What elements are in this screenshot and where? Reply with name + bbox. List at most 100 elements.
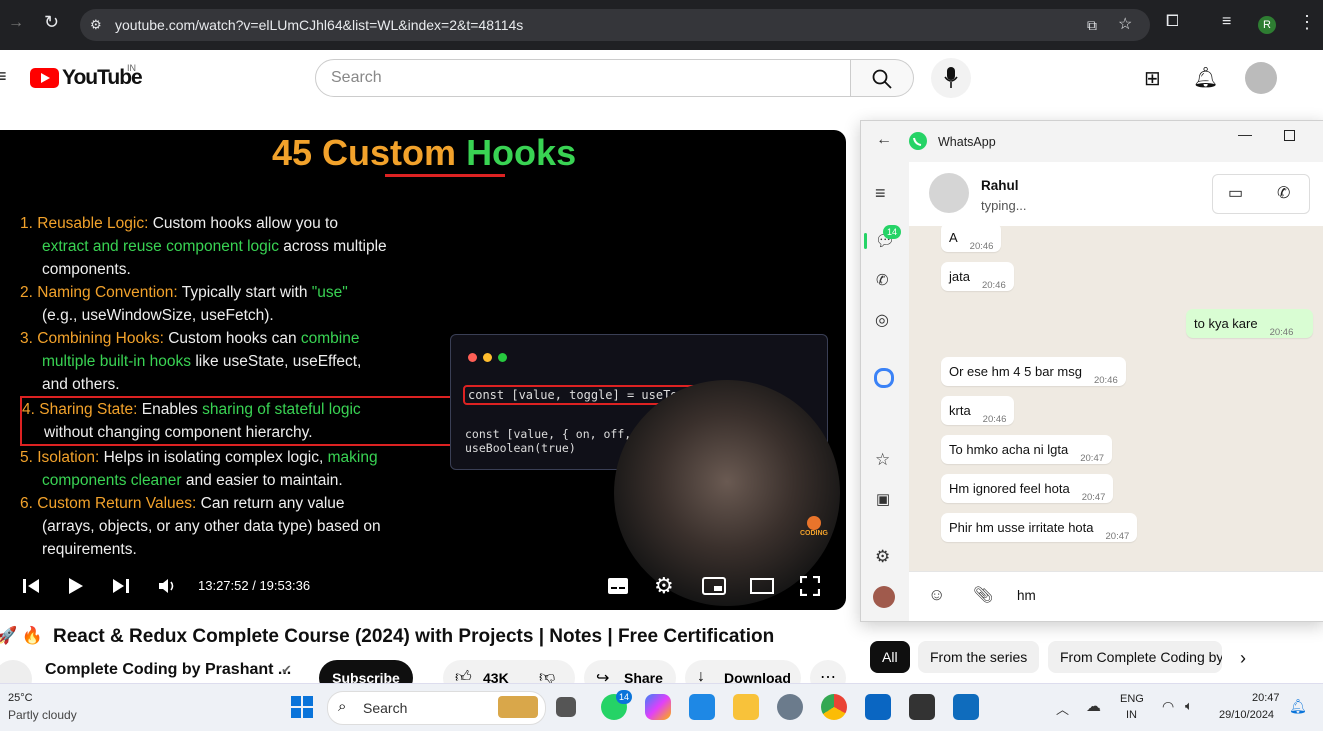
volume-icon[interactable]: [158, 578, 176, 594]
window-dot-yellow: [483, 353, 492, 362]
message-input[interactable]: hm: [1017, 588, 1036, 603]
subtitles-icon[interactable]: [607, 577, 629, 595]
starred-icon[interactable]: ☆: [875, 450, 890, 470]
meta-ai-icon[interactable]: [874, 368, 894, 388]
back-arrow-icon[interactable]: ←: [876, 131, 892, 149]
message-bubble-in[interactable]: Or ese hm 4 5 bar msg 20:46: [941, 357, 1126, 386]
contact-avatar[interactable]: [929, 173, 969, 213]
miniplayer-icon[interactable]: [702, 577, 726, 595]
wifi-icon[interactable]: ◠: [1162, 698, 1174, 715]
message-bubble-out[interactable]: to kya kare 20:46: [1186, 309, 1314, 338]
message-bubble-in[interactable]: Hm ignored feel hota 20:47: [941, 474, 1114, 503]
voice-call-icon[interactable]: ✆: [1277, 183, 1290, 203]
taskbar-search-label: Search: [363, 700, 408, 716]
play-icon[interactable]: [68, 577, 84, 595]
attach-icon[interactable]: 📎︎: [973, 585, 993, 605]
account-avatar[interactable]: [1245, 62, 1277, 94]
fullscreen-icon[interactable]: [800, 576, 820, 596]
slide-point-2: 2. Naming Convention: Typically start wi…: [20, 284, 348, 301]
language-region[interactable]: IN: [1126, 709, 1137, 721]
file-explorer-icon[interactable]: [733, 694, 759, 720]
chrome-menu-icon[interactable]: ⋮: [1298, 12, 1316, 33]
profile-avatar[interactable]: R: [1258, 16, 1276, 34]
speaker-icon[interactable]: 🔈︎: [1185, 698, 1193, 714]
extensions-icon[interactable]: ⧠: [1166, 13, 1179, 31]
search-highlight-image: [498, 696, 538, 718]
address-bar[interactable]: ⚙ youtube.com/watch?v=elLUmCJhl64&list=W…: [80, 9, 1150, 41]
settings-gear-icon[interactable]: ⚙: [654, 573, 674, 599]
notification-bell-icon[interactable]: 🔔︎: [1289, 698, 1307, 715]
task-view-icon[interactable]: [556, 697, 576, 717]
calls-icon[interactable]: ✆: [876, 271, 889, 289]
message-bubble-in[interactable]: Phir hm usse irritate hota 20:47: [941, 513, 1138, 542]
language-eng[interactable]: ENG: [1120, 693, 1144, 705]
message-time: 20:46: [969, 241, 994, 252]
channel-name[interactable]: Complete Coding by Prashant ...: [45, 661, 291, 679]
reload-icon[interactable]: ↻: [44, 12, 59, 33]
taskbar-search[interactable]: ⌕ Search: [327, 691, 546, 725]
slide-point-1: 1. Reusable Logic: Custom hooks allow yo…: [20, 215, 338, 232]
hamburger-menu-icon[interactable]: ≡: [875, 183, 886, 204]
vscode-icon[interactable]: [689, 694, 715, 720]
open-in-app-icon[interactable]: ⧉: [1087, 9, 1097, 41]
chip-from-channel[interactable]: From Complete Coding by: [1048, 641, 1222, 673]
next-icon[interactable]: [112, 577, 130, 595]
taskbar-settings-icon[interactable]: [777, 694, 803, 720]
channel-watermark: CODING: [796, 516, 832, 537]
guide-menu-icon[interactable]: ≡: [0, 66, 7, 87]
slide-point-4: 4. Sharing State: Enables sharing of sta…: [20, 396, 460, 446]
message-bubble-in[interactable]: krta 20:46: [941, 396, 1015, 425]
chip-all[interactable]: All: [870, 641, 910, 673]
create-video-icon[interactable]: ⊞: [1144, 66, 1161, 91]
outlook-icon[interactable]: [953, 694, 979, 720]
notes-app-icon[interactable]: [909, 694, 935, 720]
settings-icon[interactable]: ⚙: [875, 547, 890, 567]
message-time: 20:46: [981, 280, 1006, 291]
microphone-icon: [944, 67, 958, 88]
archive-icon[interactable]: ▣: [876, 490, 890, 508]
emoji-icon[interactable]: ☺: [928, 585, 945, 605]
chips-next-icon[interactable]: ›: [1240, 648, 1246, 669]
windows-start-icon[interactable]: [289, 694, 315, 720]
message-text: jata: [949, 269, 970, 284]
window-dot-green: [498, 353, 507, 362]
voice-search-button[interactable]: [931, 58, 971, 98]
theater-mode-icon[interactable]: [750, 578, 774, 594]
call-buttons-group: [1212, 174, 1310, 214]
status-icon[interactable]: ◎: [875, 310, 889, 330]
media-control-icon[interactable]: ≡: [1222, 13, 1231, 31]
message-text: Hm ignored feel hota: [949, 481, 1070, 496]
video-call-icon[interactable]: ▭: [1228, 183, 1243, 203]
bookmark-star-icon[interactable]: ☆: [1118, 9, 1132, 41]
onedrive-icon[interactable]: ☁: [1086, 697, 1101, 715]
message-time: 20:46: [1093, 375, 1118, 386]
chip-from-series[interactable]: From the series: [918, 641, 1040, 673]
message-bubble-in[interactable]: A 20:46: [941, 223, 1002, 252]
search-input[interactable]: Search: [315, 59, 851, 97]
weather-temp[interactable]: 25°C: [8, 692, 33, 704]
message-bubble-in[interactable]: jata 20:46: [941, 262, 1014, 291]
my-profile-avatar[interactable]: [873, 586, 895, 608]
message-text: Or ese hm 4 5 bar msg: [949, 364, 1082, 379]
clock-date[interactable]: 29/10/2024: [1219, 709, 1274, 721]
chrome-icon[interactable]: [821, 694, 847, 720]
previous-icon[interactable]: [22, 577, 40, 595]
message-text: Phir hm usse irritate hota: [949, 520, 1094, 535]
search-button[interactable]: [851, 59, 914, 97]
clock-time[interactable]: 20:47: [1252, 692, 1280, 704]
copilot-icon[interactable]: [645, 694, 671, 720]
message-bubble-in[interactable]: To hmko acha ni lgta 20:47: [941, 435, 1113, 464]
message-text: to kya kare: [1194, 316, 1258, 331]
linkedin-icon[interactable]: [865, 694, 891, 720]
site-settings-icon[interactable]: ⚙: [90, 9, 102, 41]
channel-logo-icon: [807, 516, 821, 530]
notifications-bell-icon[interactable]: 🔔︎: [1193, 65, 1218, 90]
minimize-icon[interactable]: —: [1238, 126, 1252, 142]
show-hidden-icons-icon[interactable]: ︿: [1056, 699, 1069, 718]
weather-condition[interactable]: Partly cloudy: [8, 708, 77, 722]
maximize-icon[interactable]: [1284, 130, 1295, 141]
forward-icon[interactable]: →: [8, 14, 24, 32]
video-player[interactable]: 45 Custom Hooks 1. Reusable Logic: Custo…: [0, 130, 846, 610]
message-text: krta: [949, 403, 971, 418]
contact-status: typing...: [981, 198, 1027, 213]
